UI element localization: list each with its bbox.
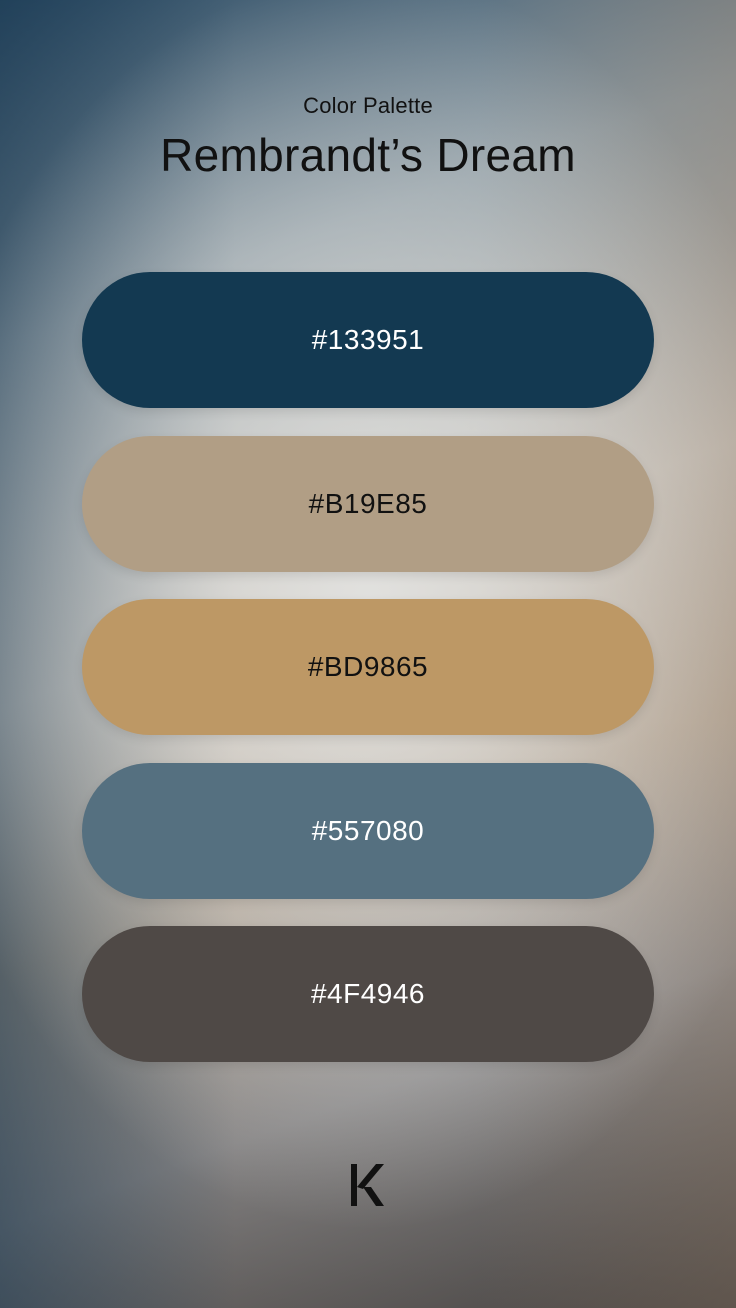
swatch-hex-label: #133951 [311, 324, 425, 355]
color-swatch-5[interactable]: #4F4946 [82, 926, 654, 1062]
color-swatch-1[interactable]: #133951 [82, 272, 654, 408]
swatch-hex-label: #BD9865 [307, 651, 429, 682]
palette-subtitle: Color Palette [303, 93, 433, 118]
swatch-hex-label: #557080 [311, 814, 425, 846]
color-swatch-4[interactable]: #557080 [82, 762, 654, 899]
k-logo-icon [351, 1164, 384, 1206]
swatch-hex-label: #B19E85 [308, 487, 428, 519]
palette-title: Rembrandt’s Dream [160, 129, 576, 181]
swatch-list: #133951 #B19E85 #BD9865 #557080 #4F4946 [82, 272, 654, 1090]
color-swatch-2[interactable]: #B19E85 [82, 435, 654, 572]
swatch-hex-label: #4F4946 [310, 978, 426, 1009]
header: Color Palette Rembrandt’s Dream [0, 92, 736, 184]
color-swatch-3[interactable]: #BD9865 [82, 599, 654, 735]
